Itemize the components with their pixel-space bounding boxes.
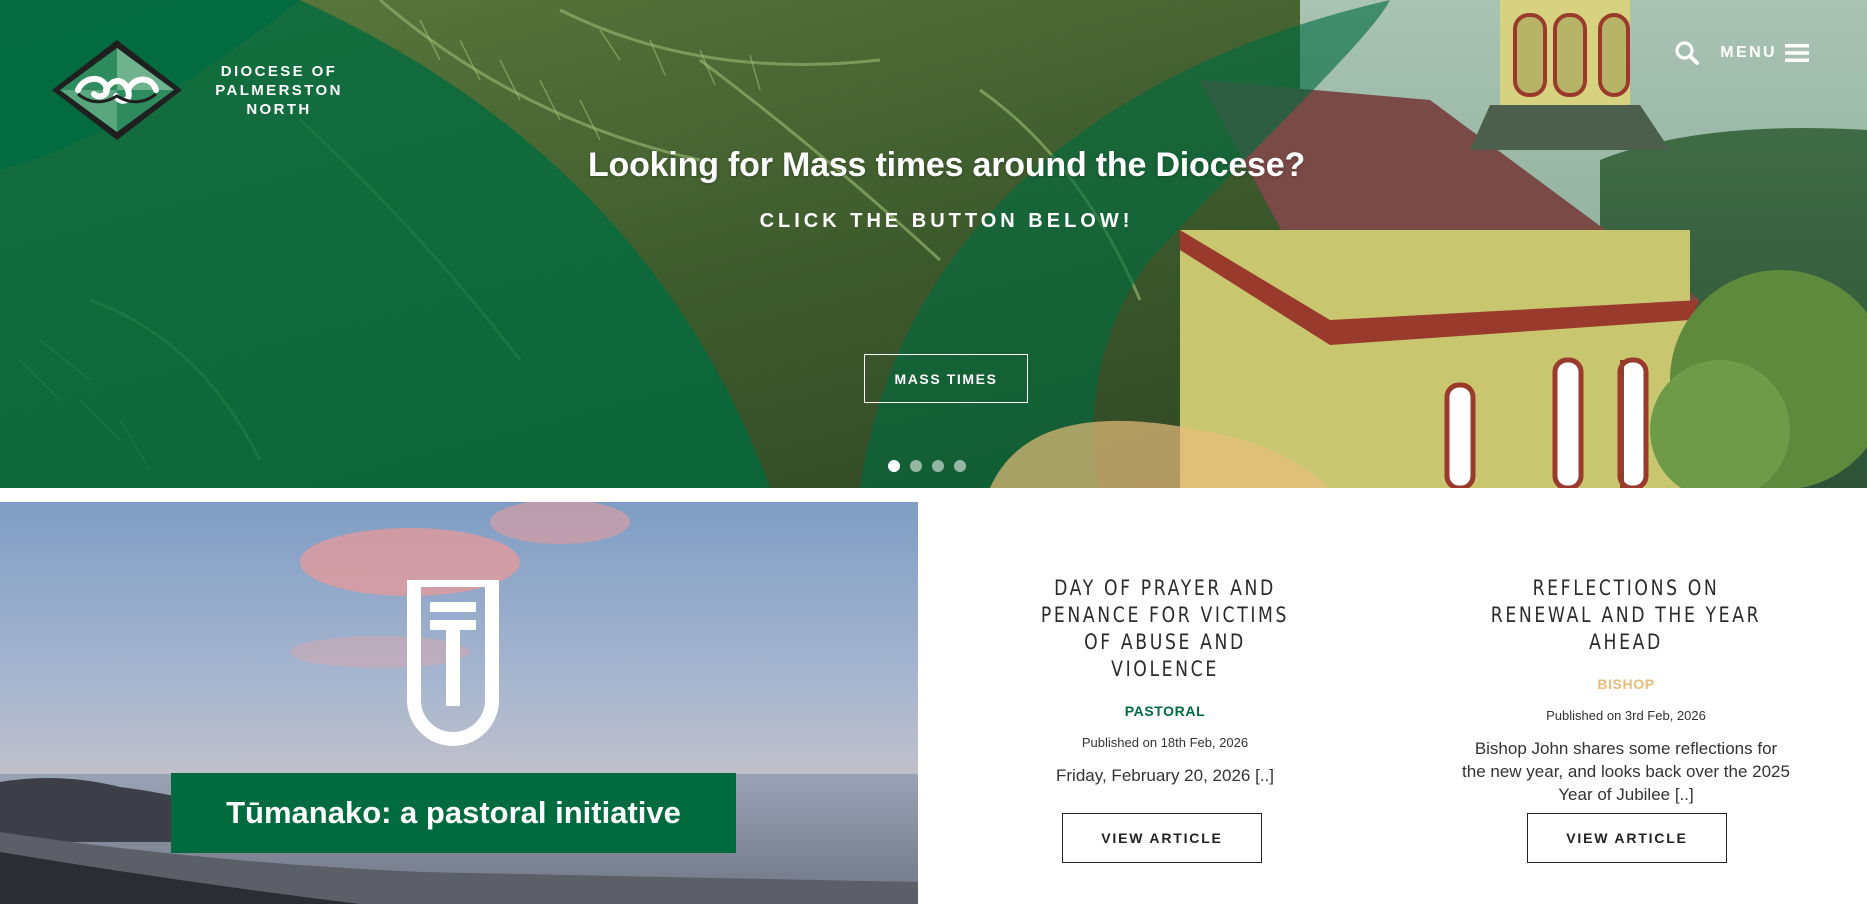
- header-actions: MENU: [1674, 40, 1809, 66]
- article-published-date: Published on 3rd Feb, 2026: [1546, 708, 1706, 723]
- site-logo[interactable]: DIOCESE OF PALMERSTON NORTH: [50, 38, 344, 142]
- site-name-line: DIOCESE OF: [220, 62, 338, 80]
- diocese-logo-icon: [52, 40, 182, 140]
- feature-banner[interactable]: Tūmanako: a pastoral initiative: [171, 773, 736, 853]
- carousel-dot[interactable]: [954, 460, 966, 472]
- view-article-button[interactable]: VIEW ARTICLE: [1062, 813, 1262, 863]
- article-category[interactable]: BISHOP: [1461, 676, 1791, 692]
- view-article-button[interactable]: VIEW ARTICLE: [1527, 813, 1727, 863]
- carousel-dot[interactable]: [932, 460, 944, 472]
- mass-times-button[interactable]: MASS TIMES: [864, 354, 1028, 403]
- site-name-line: NORTH: [246, 100, 312, 118]
- article-category[interactable]: PASTORAL: [1000, 703, 1330, 719]
- search-icon[interactable]: [1674, 40, 1700, 66]
- article-title[interactable]: REFLECTIONS ON RENEWAL AND THE YEAR AHEA…: [1491, 575, 1762, 656]
- article-card: REFLECTIONS ON RENEWAL AND THE YEAR AHEA…: [1461, 575, 1791, 806]
- menu-label: MENU: [1720, 44, 1777, 61]
- article-card: DAY OF PRAYER AND PENANCE FOR VICTIMS OF…: [1000, 575, 1330, 787]
- hero-carousel: DIOCESE OF PALMERSTON NORTH MENU Looking…: [0, 0, 1867, 488]
- menu-button[interactable]: MENU: [1720, 44, 1809, 62]
- hero-title: Looking for Mass times around the Dioces…: [587, 146, 1306, 184]
- site-name-line: PALMERSTON: [215, 81, 343, 99]
- carousel-dot[interactable]: [888, 460, 900, 472]
- site-name: DIOCESE OF PALMERSTON NORTH: [214, 62, 344, 119]
- tumanako-logo-icon: [407, 580, 499, 746]
- hamburger-icon: [1785, 44, 1809, 62]
- hero-subtitle: CLICK THE BUTTON BELOW!: [759, 210, 1134, 232]
- article-excerpt: Bishop John shares some reflections for …: [1462, 739, 1790, 804]
- feature-tumanako[interactable]: Tūmanako: a pastoral initiative: [0, 502, 918, 904]
- carousel-dots: [888, 460, 976, 472]
- carousel-dot[interactable]: [910, 460, 922, 472]
- article-excerpt: Friday, February 20, 2026 [..]: [1056, 766, 1274, 785]
- article-published-date: Published on 18th Feb, 2026: [1081, 735, 1249, 750]
- article-title[interactable]: DAY OF PRAYER AND PENANCE FOR VICTIMS OF…: [1030, 575, 1301, 683]
